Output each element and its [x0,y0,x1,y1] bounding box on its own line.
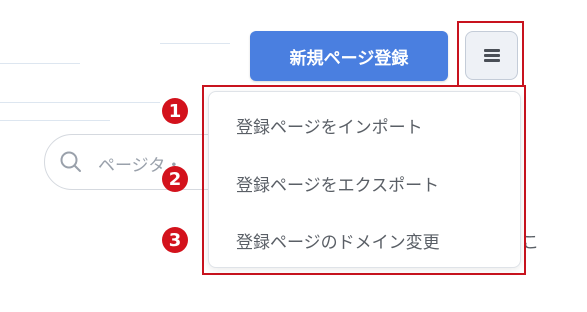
background-line [160,43,230,44]
background-line [0,120,110,121]
menu-item-domain-change[interactable]: 登録ページのドメイン変更 [236,228,440,253]
annotation-badge-3: 3 [162,227,188,253]
dropdown-menu: 登録ページをインポート 登録ページをエクスポート 登録ページのドメイン変更 [208,91,521,268]
background-line [0,102,160,103]
annotation-badge-2: 2 [162,166,188,192]
menu-item-export[interactable]: 登録ページをエクスポート [236,171,439,196]
annotation-badge-1: 1 [162,98,188,124]
menu-item-import[interactable]: 登録ページをインポート [236,113,423,138]
hamburger-icon [483,49,500,62]
screen: 新規ページ登録 ページタ・ こ 登録ページをインポート 登録ページをエクスポート… [0,0,587,312]
menu-button[interactable] [465,31,518,80]
search-icon [60,151,81,172]
new-page-register-button[interactable]: 新規ページ登録 [250,31,448,81]
background-line [0,63,80,64]
